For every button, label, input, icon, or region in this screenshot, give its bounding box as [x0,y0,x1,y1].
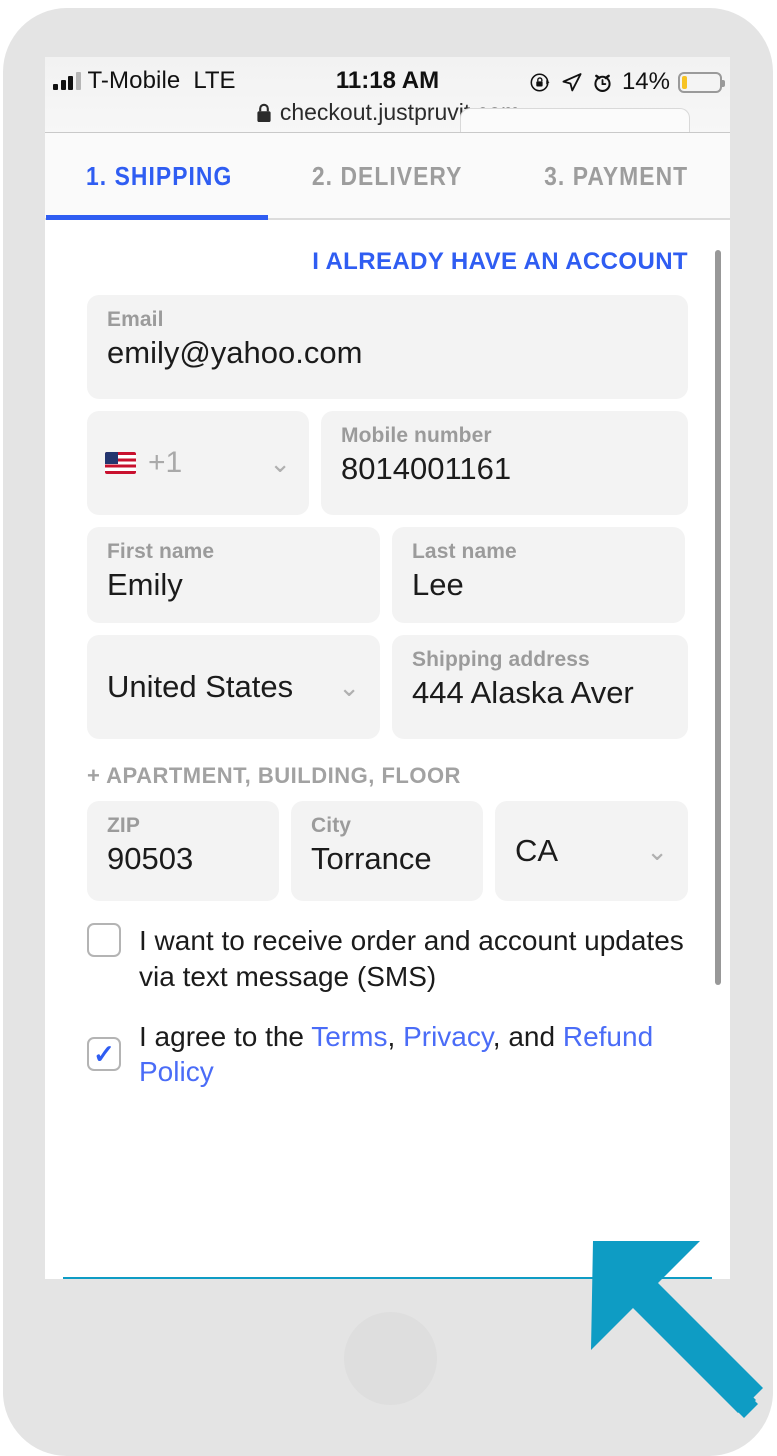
zip-label: ZIP [107,814,140,837]
sms-checkbox[interactable]: ✓ [87,923,121,957]
zip-value: 90503 [107,841,194,876]
shipping-form: I ALREADY HAVE AN ACCOUNT Email emily@ya… [45,220,730,1279]
email-value: emily@yahoo.com [107,335,363,370]
city-value: Torrance [311,841,432,876]
last-name-value: Lee [412,567,464,602]
add-apartment-link[interactable]: + APARTMENT, BUILDING, FLOOR [87,763,688,789]
home-button[interactable] [344,1312,437,1405]
battery-percent-label: 14% [621,68,670,95]
first-name-value: Emily [107,567,183,602]
chevron-down-icon: ⌄ [269,448,291,478]
phone-screen: T-Mobile LTE 11:18 AM 14% checkout.justp… [45,57,730,1279]
shipping-address-label: Shipping address [412,648,590,671]
country-address-row: United States ⌄ Shipping address 444 Ala… [87,635,688,739]
country-select[interactable]: United States ⌄ [87,635,380,739]
tab-payment-label: 3. PAYMENT [543,161,688,191]
shipping-address-value: 444 Alaska Aver [412,675,634,710]
mobile-number-label: Mobile number [341,424,492,447]
rotation-lock-icon [530,72,550,92]
terms-sep-2: , and [492,1020,563,1052]
state-select[interactable]: CA ⌄ [495,801,688,901]
terms-checkbox[interactable]: ✓ [87,1037,121,1072]
mobile-number-value: 8014001161 [341,451,512,486]
tab-payment[interactable]: 3. PAYMENT [515,133,716,220]
chevron-down-icon: ⌄ [338,672,360,702]
last-name-field[interactable]: Last name Lee [392,527,685,623]
privacy-link[interactable]: Privacy [403,1021,493,1052]
us-flag-icon [105,452,136,474]
country-value: United States [107,669,294,704]
terms-link[interactable]: Terms [311,1021,387,1052]
first-name-label: First name [107,540,215,563]
alarm-clock-icon [594,74,611,92]
checkout-step-tabs: 1. SHIPPING 2. DELIVERY 3. PAYMENT [45,133,730,220]
tab-shipping-label: 1. SHIPPING [85,161,233,191]
email-field[interactable]: Email emily@yahoo.com [87,295,688,399]
terms-agreement-row[interactable]: ✓ I agree to the Terms, Privacy, and Ref… [87,1019,688,1091]
name-row: First name Emily Last name Lee [87,527,688,623]
country-code-select[interactable]: +1 ⌄ [87,411,309,515]
lock-icon [257,103,271,122]
shipping-address-field[interactable]: Shipping address 444 Alaska Aver [392,635,688,739]
terms-prefix: I agree to the [139,1020,312,1052]
sms-checkbox-label: I want to receive order and account upda… [139,925,684,992]
location-arrow-icon [562,72,582,91]
peeking-card-edge [460,108,690,134]
screenshot-root: T-Mobile LTE 11:18 AM 14% checkout.justp… [0,0,777,1456]
terms-sep-1: , [387,1020,404,1052]
battery-fill [682,75,688,89]
city-label: City [311,814,352,837]
battery-icon [678,71,725,93]
mobile-number-field[interactable]: Mobile number 8014001161 [321,411,688,515]
chevron-down-icon: ⌄ [646,836,668,866]
terms-checkbox-label: I agree to the Terms, Privacy, and Refun… [139,1019,688,1091]
status-bar: T-Mobile LTE 11:18 AM 14% checkout.justp… [45,57,730,134]
tab-delivery-label: 2. DELIVERY [312,161,463,191]
tab-delivery[interactable]: 2. DELIVERY [287,133,488,220]
phone-row: +1 ⌄ Mobile number 8014001161 [87,411,688,515]
status-bar-right: 14% [529,68,725,96]
email-label: Email [107,308,164,331]
last-name-label: Last name [412,540,517,563]
first-name-field[interactable]: First name Emily [87,527,380,623]
zip-city-state-row: ZIP 90503 City Torrance CA ⌄ [87,801,688,901]
city-field[interactable]: City Torrance [291,801,483,901]
zip-field[interactable]: ZIP 90503 [87,801,279,901]
state-value: CA [515,833,559,868]
annotation-arrow [591,1241,763,1418]
already-have-account-link[interactable]: I ALREADY HAVE AN ACCOUNT [87,220,688,276]
sms-opt-in-row[interactable]: ✓ I want to receive order and account up… [87,923,688,995]
tab-shipping[interactable]: 1. SHIPPING [59,133,260,220]
country-code-value: +1 [148,446,183,479]
page-scrollbar[interactable] [715,250,721,985]
